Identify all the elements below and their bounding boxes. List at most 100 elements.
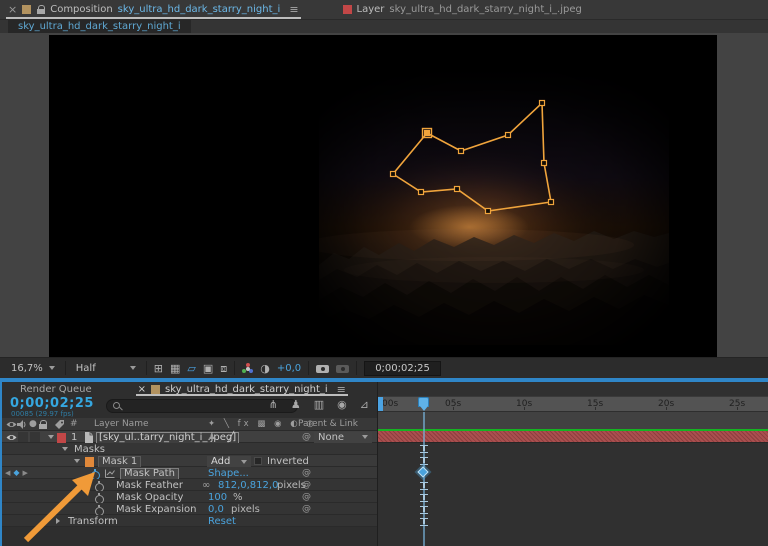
keyframe-navigator[interactable]: ◀ ◆ ▶ [5,468,28,477]
mask-vertex-handle [542,161,547,166]
layer-duration-bar[interactable] [378,431,768,443]
quality-toggle[interactable]: ╱ [228,431,234,443]
channel-settings-icon[interactable] [242,363,253,374]
snapshot-icon[interactable] [316,364,329,373]
viewer-timecode[interactable]: 0;00;02;25 [364,361,441,376]
tab-composition[interactable]: × Composition sky_ultra_hd_dark_starry_n… [0,0,307,20]
mask-expansion-row[interactable]: Mask Expansion 0,0 pixels @ [2,503,377,515]
property-pickwhip-icon[interactable]: @ [302,468,311,478]
parent-dropdown[interactable]: None [314,432,372,443]
mask-vertex-handle [486,209,491,214]
mask-opacity-value[interactable]: 100 [208,491,227,503]
property-pickwhip-icon[interactable]: @ [302,480,311,490]
timeline-controls: 0;00;02;25 00085 (29.97 fps) ⋔ ♟ ▥ ◉ ⊿ [2,396,377,418]
resolution-dropdown[interactable]: Half [73,363,139,374]
mask-expansion-value[interactable]: 0,0 [208,503,224,515]
magnification-dropdown[interactable]: 16,7% [8,363,58,374]
parent-pickwhip-icon[interactable]: @ [302,432,311,442]
view-options-icon[interactable]: ⧈ [220,363,227,374]
layer-row[interactable]: 1 [sky_ul..tarry_night_i_.jpeg] ♟ ╱ @ No… [2,431,377,443]
mask-visibility-icon[interactable]: ▱ [187,363,195,374]
draft-3d-icon[interactable]: ♟ [291,398,301,411]
time-ruler[interactable]: :00s 05s 10s 15s 20s 25s [378,396,768,412]
mask-inverted-checkbox[interactable] [254,457,262,465]
close-icon[interactable]: × [138,384,146,395]
layer-expand-chevron-icon[interactable] [48,431,54,443]
layer-visibility-eye-icon[interactable] [6,431,17,443]
next-keyframe-icon[interactable]: ▶ [23,469,28,477]
mask1-expand-chevron-icon[interactable] [74,455,80,467]
show-snapshot-icon[interactable] [336,364,349,373]
current-time-display[interactable]: 0;00;02;25 [10,396,94,411]
solo-column-icon[interactable]: ● [29,418,37,430]
constrain-link-icon[interactable]: ∞ [202,479,210,491]
playhead-row-marker [420,506,428,514]
mask-path-row[interactable]: ◀ ◆ ▶ Mask Path Shape... @ [2,467,377,479]
include-in-graph-icon[interactable] [105,467,115,479]
property-pickwhip-icon[interactable]: @ [302,492,311,502]
mask-path-stopwatch-icon[interactable] [90,467,99,479]
playhead[interactable] [418,397,429,407]
prev-keyframe-icon[interactable]: ◀ [5,469,10,477]
masks-group-row[interactable]: Masks [2,443,377,455]
viewer-subtab[interactable]: sky_ultra_hd_dark_starry_night_i [8,20,191,33]
layer-name[interactable]: [sky_ul..tarry_night_i_.jpeg] [96,432,239,444]
work-area-start-handle[interactable] [378,397,383,411]
mask-path-keyframe[interactable] [417,466,428,477]
mask-vertex-handle [506,133,511,138]
lock-column-icon[interactable] [38,418,47,430]
mask-path-overlay[interactable] [49,35,717,357]
mask-expansion-stopwatch-icon[interactable] [94,503,103,515]
viewer-toolbar: 16,7% Half ⊞ ▦ ▱ ▣ ⧈ ◑ +0,0 0;00;02;25 [0,357,768,378]
mask-opacity-row[interactable]: Mask Opacity 100 % @ [2,491,377,503]
panel-menu-icon[interactable]: ≡ [337,383,346,396]
graph-editor-icon[interactable]: ⊿ [360,398,369,411]
audio-toggle[interactable] [18,432,28,442]
mask-vertex-handle [540,101,545,106]
mask-vertex-handle [419,190,424,195]
motion-blur-icon[interactable]: ◉ [337,398,347,411]
work-area-band [378,412,768,429]
mask-path-label[interactable]: Mask Path [120,468,179,480]
grid-guides-icon[interactable]: ⊞ [154,363,163,374]
tab-timeline-comp[interactable]: × sky_ultra_hd_dark_starry_night_i ≡ [128,382,356,396]
reset-exposure-icon[interactable]: ◑ [260,363,270,374]
mask1-row[interactable]: Mask 1 Add Inverted [2,455,377,467]
mask1-name[interactable]: Mask 1 [98,456,141,468]
tab-render-queue[interactable]: Render Queue [10,382,102,396]
close-icon[interactable]: × [8,3,17,16]
mask-feather-stopwatch-icon[interactable] [94,479,103,491]
masks-expand-chevron-icon[interactable] [62,443,68,455]
exposure-value[interactable]: +0,0 [277,363,301,374]
layer-list: ● # Layer Name ✦ ╲ fx ▩ ◉ ◐ ◎ Parent & L… [2,418,377,546]
timeline-graph-area[interactable]: :00s 05s 10s 15s 20s 25s [377,382,768,546]
transform-reset[interactable]: Reset [208,515,236,527]
divider [356,361,357,375]
after-effects-app: × Composition sky_ultra_hd_dark_starry_n… [0,0,768,546]
mini-flowchart-icon[interactable]: ⋔ [269,398,278,411]
mask-path-value[interactable]: Shape... [208,467,249,479]
label-column-icon[interactable] [54,418,65,430]
keyframe-toggle-icon[interactable]: ◆ [13,468,19,477]
transparency-grid-icon[interactable]: ▦ [170,363,180,374]
lock-icon[interactable] [36,5,45,14]
parent-link-column-header[interactable]: Parent & Link [298,418,358,430]
region-of-interest-icon[interactable]: ▣ [203,363,213,374]
panel-menu-icon[interactable]: ≡ [289,3,298,16]
mask-opacity-stopwatch-icon[interactable] [94,491,103,503]
mask-mode-dropdown[interactable]: Add [207,456,251,467]
mask-feather-row[interactable]: Mask Feather ∞ 812,0,812,0 pixels @ [2,479,377,491]
mask-feather-value[interactable]: 812,0,812,0 [218,479,278,491]
transform-expand-chevron-icon[interactable] [56,515,60,527]
shy-toggle[interactable]: ♟ [208,431,216,443]
frame-blending-icon[interactable]: ▥ [314,398,324,411]
audio-column-icon[interactable] [17,418,26,430]
layer-name-column-header[interactable]: Layer Name [94,418,149,430]
video-column-icon[interactable] [6,418,17,430]
transform-row[interactable]: Transform Reset [2,515,377,527]
tab-layer[interactable]: Layer sky_ultra_hd_dark_starry_night_i_.… [335,0,590,20]
solo-toggle[interactable] [30,432,40,442]
property-pickwhip-icon[interactable]: @ [302,504,311,514]
composition-view[interactable] [49,35,717,357]
composition-viewer-panel: 16,7% Half ⊞ ▦ ▱ ▣ ⧈ ◑ +0,0 0;00;02;25 [0,33,768,378]
